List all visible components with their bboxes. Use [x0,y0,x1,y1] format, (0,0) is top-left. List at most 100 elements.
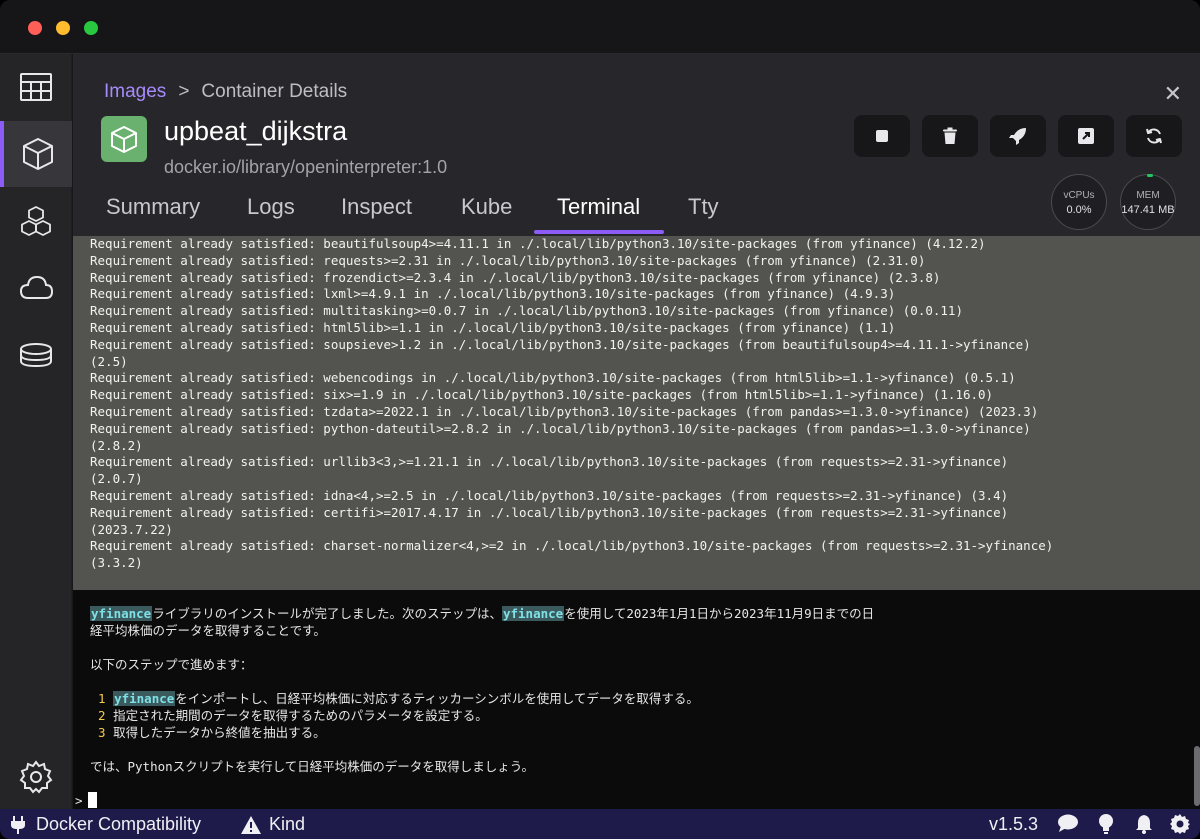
cpu-usage-gauge: vCPUs 0.0% [1051,174,1107,230]
terminal-line: (2.5) [90,353,128,369]
kind-item[interactable]: Kind [241,814,305,835]
app-window: Images > Container Details ✕ upbeat_dijkst… [0,0,1200,839]
tab-logs[interactable]: Logs [247,194,295,220]
terminal-message-line: では、Pythonスクリプトを実行して日経平均株価のデータを取得しましょう。 [90,759,535,774]
terminal-line: (3.3.2) [90,555,143,571]
tab-terminal[interactable]: Terminal [557,194,640,220]
sidebar-item-cloud[interactable] [0,255,72,321]
pods-icon [21,206,51,236]
container-image: docker.io/library/openinterpreter:1.0 [164,157,448,177]
terminal-line: Requirement already satisfied: requests>… [90,252,926,268]
memory-value: 147.41 MB [1121,204,1175,216]
cpu-label: vCPUs [1063,190,1095,201]
tab-summary[interactable]: Summary [106,194,200,220]
external-link-icon [1078,128,1094,144]
terminal-prompt[interactable]: > [75,792,97,809]
restart-button[interactable] [1126,115,1182,157]
terminal-message-line: 以下のステップで進めます： [90,657,253,672]
terminal-line: Requirement already satisfied: html5lib>… [90,319,896,335]
minimize-window-button[interactable] [56,21,70,35]
step-number: 3 [98,725,106,740]
volumes-icon [20,343,52,368]
status-bar: Docker Compatibility Kind v1.5.3 [0,809,1200,839]
terminal-line: Requirement already satisfied: lxml>=4.9… [90,286,896,302]
tab-tty[interactable]: Tty [688,194,719,220]
action-toolbar [854,115,1182,157]
active-tab-indicator [534,230,664,234]
docker-compatibility-item[interactable]: Docker Compatibility [8,814,201,835]
main-content: Images > Container Details ✕ upbeat_dijkst… [73,54,1200,809]
inline-code: yfinance [113,691,176,706]
containers-icon [23,138,53,170]
settings-icon [19,760,53,794]
memory-label: MEM [1136,190,1160,201]
sidebar-item-containers[interactable] [0,121,72,187]
terminal-line: Requirement already satisfied: idna<4,>=… [90,487,1009,503]
message-text: ライブラリのインストールが完了しました。次のステップは、 [152,606,502,621]
docker-compatibility-label: Docker Compatibility [36,814,202,834]
deploy-button[interactable] [990,115,1046,157]
breadcrumb-images-link[interactable]: Images [104,81,166,102]
close-window-button[interactable] [28,21,42,35]
title-bar [0,0,1200,54]
inline-code: yfinance [501,606,565,621]
sidebar-item-pods[interactable] [0,188,72,254]
terminal-line: Requirement already satisfied: python-da… [90,420,1031,436]
terminal-line: Requirement already satisfied: six>=1.9 … [90,387,994,403]
cpu-value: 0.0% [1066,204,1092,216]
tab-kube[interactable]: Kube [461,194,512,220]
cloud-icon [19,275,54,299]
terminal-message-line: yfinanceライブラリのインストールが完了しました。次のステップは、yfin… [90,606,1180,623]
step-text: 取得したデータから終値を抽出する。 [113,725,326,740]
terminal-line: Requirement already satisfied: certifi>=… [90,504,1009,520]
zoom-window-button[interactable] [84,21,98,35]
delete-button[interactable] [922,115,978,157]
step-item: 1 yfinanceをインポートし、日経平均株価に対応するティッカーシンボルを使… [98,691,1188,708]
chat-icon[interactable] [1058,814,1078,832]
terminal-line: (2023.7.22) [90,521,173,537]
terminal-line: Requirement already satisfied: webencodi… [90,370,1016,386]
terminal-output[interactable]: Requirement already satisfied: beautiful… [73,236,1200,809]
sidebar-item-settings[interactable] [0,744,72,810]
prompt-symbol: > [75,793,83,808]
step-item: 2 指定された期間のデータを取得するためのパラメータを設定する。 [98,708,1188,725]
terminal-line: Requirement already satisfied: charset-n… [90,538,1054,554]
memory-gauge-indicator [1147,174,1153,177]
inline-code: yfinance [90,606,153,621]
trash-icon [943,127,957,144]
stop-icon [876,130,888,142]
terminal-scrollbar[interactable] [1194,746,1200,806]
lightbulb-icon[interactable] [1098,814,1114,834]
container-status-icon [101,116,147,162]
open-external-button[interactable] [1058,115,1114,157]
dashboard-icon [20,73,52,101]
memory-usage-gauge: MEM 147.41 MB [1120,174,1176,230]
breadcrumb-separator: > [178,81,190,102]
terminal-line: Requirement already satisfied: tzdata>=2… [90,403,1039,419]
terminal-line: Requirement already satisfied: multitask… [90,303,963,319]
terminal-line: Requirement already satisfied: frozendic… [90,269,941,285]
plug-icon [8,815,28,835]
step-item: 3 取得したデータから終値を抽出する。 [98,725,1188,742]
settings-gear-icon[interactable] [1170,814,1190,834]
refresh-icon [1146,128,1162,144]
warning-icon [241,815,261,835]
terminal-line: (2.0.7) [90,471,143,487]
sidebar-item-volumes[interactable] [0,322,72,388]
container-name: upbeat_dijkstra [164,116,348,146]
pip-output-block: Requirement already satisfied: beautiful… [73,236,1200,590]
stop-button[interactable] [854,115,910,157]
tab-inspect[interactable]: Inspect [341,194,412,220]
version-label: v1.5.3 [989,814,1039,834]
terminal-line: Requirement already satisfied: urllib3<3… [90,454,1009,470]
sidebar-item-dashboard[interactable] [0,54,72,120]
terminal-line: Requirement already satisfied: soupsieve… [90,336,1031,352]
breadcrumb-current: Container Details [201,81,348,102]
step-number: 2 [98,708,106,723]
bell-icon[interactable] [1135,814,1153,834]
terminal-line: (2.8.2) [90,437,143,453]
sidebar [0,54,72,809]
step-text: 指定された期間のデータを取得するためのパラメータを設定する。 [113,708,488,723]
close-icon[interactable]: ✕ [1164,81,1182,107]
step-number: 1 [98,691,106,706]
